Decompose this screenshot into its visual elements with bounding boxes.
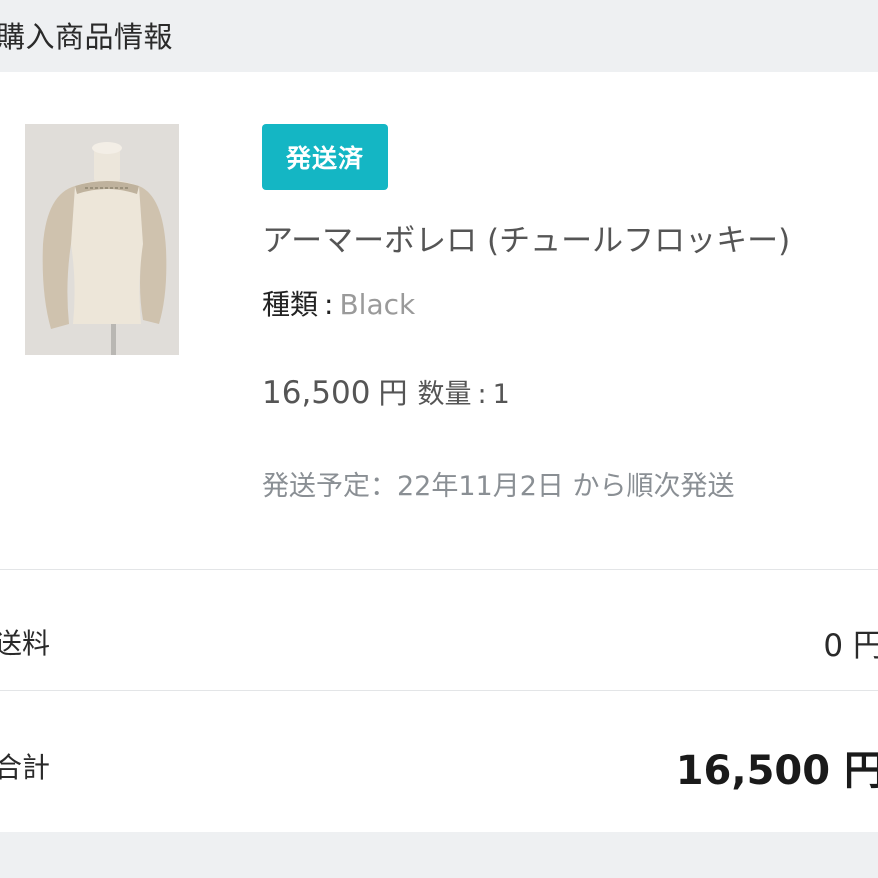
divider [0, 690, 878, 691]
shipping-schedule-note: 発送予定：22年11月2日 から順次発送 [262, 471, 735, 502]
status-badge: 発送済 [262, 124, 388, 190]
total-label: 合計 [0, 751, 51, 784]
product-name[interactable]: アーマーボレロ (チュールフロッキー) [262, 215, 790, 260]
quantity-value: 1 [492, 379, 510, 410]
variant-row: 種類: Black [262, 283, 415, 323]
order-item-card: 発送済 アーマーボレロ (チュールフロッキー) 種類: Black 16,500 円… [0, 72, 878, 832]
product-image[interactable] [25, 124, 179, 355]
shipping-fee-value: 0 円 [823, 628, 878, 664]
variant-value: Black [339, 288, 416, 321]
quantity-label: 数量 [417, 379, 472, 410]
total-value: 16,500 円 [675, 748, 878, 794]
variant-label: 種類 [262, 288, 319, 321]
variant-separator: : [324, 288, 334, 321]
divider [0, 569, 878, 570]
purchase-info-page: 購入商品情報 発送済 アーマーボレロ (チュールフロッキー) 種類: Blac… [0, 0, 878, 878]
product-photo-placeholder [25, 124, 179, 355]
price-value: 16,500 [262, 375, 371, 411]
section-header: 購入商品情報 [0, 0, 878, 72]
quantity-separator: : [477, 379, 487, 410]
price-unit: 円 [378, 376, 408, 410]
section-title: 購入商品情報 [0, 20, 174, 54]
shipping-fee-label: 送料 [0, 627, 51, 660]
price-row: 16,500 円数量:1 [262, 370, 510, 412]
